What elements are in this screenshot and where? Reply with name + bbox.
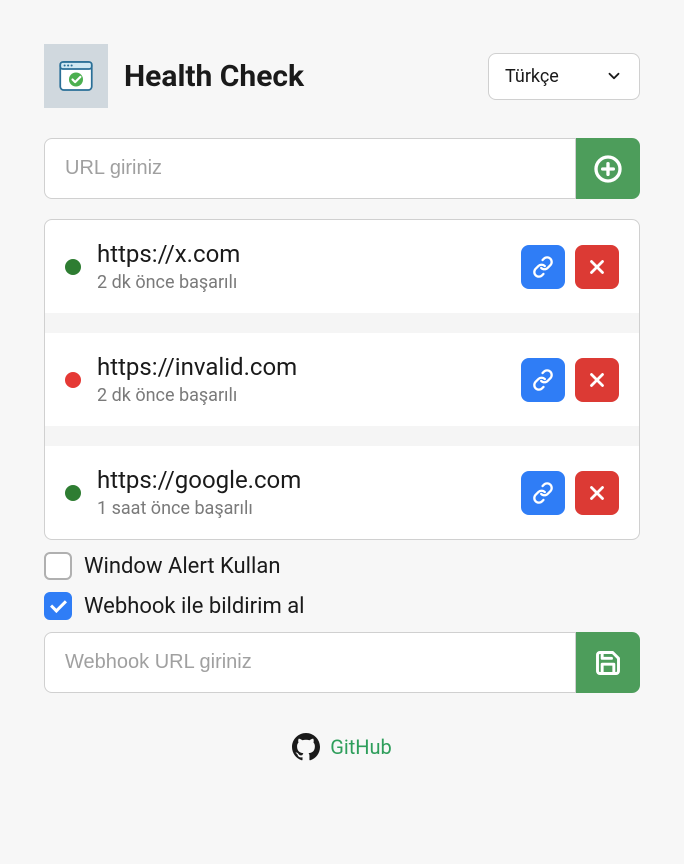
status-text: 2 dk önce başarılı <box>97 272 505 293</box>
status-text: 2 dk önce başarılı <box>97 385 505 406</box>
status-dot <box>65 485 81 501</box>
language-select[interactable]: Türkçe <box>488 53 640 100</box>
url-text: https://x.com <box>97 240 505 268</box>
close-icon <box>586 482 608 504</box>
webhook-url-input[interactable] <box>44 632 576 693</box>
chevron-down-icon <box>605 67 623 85</box>
webhook-checkbox[interactable] <box>44 592 72 620</box>
close-icon <box>586 369 608 391</box>
webhook-label: Webhook ile bildirim al <box>84 594 305 619</box>
url-text: https://google.com <box>97 466 505 494</box>
list-item: https://x.com 2 dk önce başarılı <box>45 220 639 313</box>
status-dot <box>65 259 81 275</box>
list-item: https://invalid.com 2 dk önce başarılı <box>45 333 639 426</box>
list-item: https://google.com 1 saat önce başarılı <box>45 446 639 539</box>
window-alert-checkbox[interactable] <box>44 552 72 580</box>
link-icon <box>532 482 554 504</box>
delete-button[interactable] <box>575 245 619 289</box>
delete-button[interactable] <box>575 358 619 402</box>
add-url-button[interactable] <box>576 138 640 199</box>
close-icon <box>586 256 608 278</box>
status-text: 1 saat önce başarılı <box>97 498 505 519</box>
delete-button[interactable] <box>575 471 619 515</box>
save-icon <box>594 649 622 677</box>
link-icon <box>532 256 554 278</box>
github-icon <box>292 733 320 761</box>
page-title: Health Check <box>124 59 304 94</box>
status-dot <box>65 372 81 388</box>
open-link-button[interactable] <box>521 471 565 515</box>
url-input[interactable] <box>44 138 576 199</box>
plus-circle-icon <box>592 153 624 185</box>
app-logo <box>44 44 108 108</box>
github-link[interactable]: GitHub <box>44 733 640 761</box>
link-icon <box>532 369 554 391</box>
open-link-button[interactable] <box>521 358 565 402</box>
url-text: https://invalid.com <box>97 353 505 381</box>
save-webhook-button[interactable] <box>576 632 640 693</box>
window-alert-label: Window Alert Kullan <box>84 554 280 579</box>
open-link-button[interactable] <box>521 245 565 289</box>
github-label: GitHub <box>330 735 392 759</box>
language-select-value: Türkçe <box>505 66 559 87</box>
url-list: https://x.com 2 dk önce başarılı https:/… <box>44 219 640 540</box>
